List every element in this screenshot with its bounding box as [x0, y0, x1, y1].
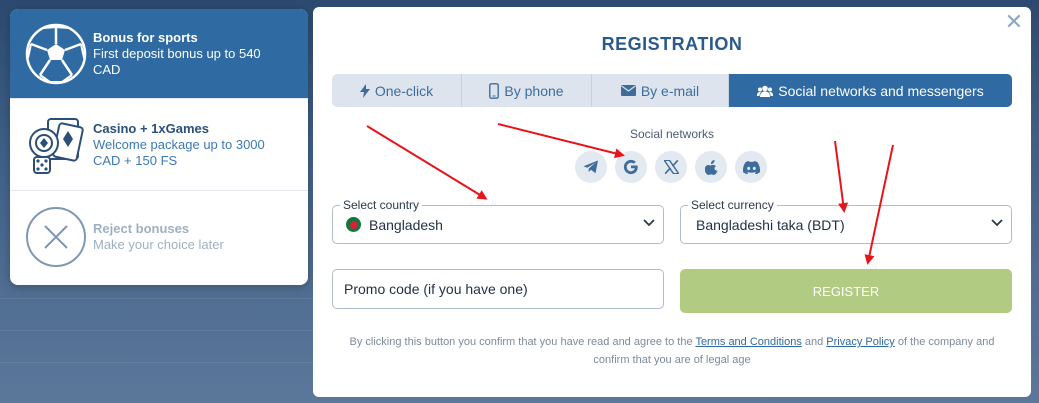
chevron-down-icon	[643, 219, 655, 227]
terms-link[interactable]: Terms and Conditions	[695, 336, 801, 348]
registration-modal: ✕ REGISTRATION One-click By phone By e-m…	[313, 7, 1031, 397]
legal-notice: By clicking this button you confirm that…	[332, 333, 1012, 369]
tab-one-click[interactable]: One-click	[332, 74, 462, 107]
bonus-description: Make your choice later	[93, 237, 224, 252]
currency-legend: Select currency	[688, 198, 777, 212]
tab-by-email[interactable]: By e-mail	[592, 74, 729, 107]
country-value: Bangladesh	[369, 216, 443, 233]
apple-icon[interactable]	[695, 151, 727, 183]
social-buttons	[575, 151, 767, 183]
bonus-description: First deposit bonus up to 540 CAD	[93, 45, 261, 77]
tab-label: By e-mail	[640, 82, 700, 99]
x-icon[interactable]	[655, 151, 687, 183]
tab-social-networks[interactable]: Social networks and messengers	[729, 74, 1012, 107]
legal-text: By clicking this button you confirm that…	[349, 336, 696, 348]
currency-value: Bangladeshi taka (BDT)	[696, 216, 845, 233]
bonus-title: Reject bonuses	[93, 221, 190, 236]
bonus-description: Welcome package up to 3000 CAD + 150 FS	[93, 136, 265, 168]
discord-icon[interactable]	[735, 151, 767, 183]
modal-title: REGISTRATION	[601, 34, 743, 54]
close-icon[interactable]: ✕	[1003, 11, 1025, 33]
casino-chips-icon	[29, 117, 84, 174]
telegram-icon[interactable]	[575, 151, 607, 183]
bonus-panel: Bonus for sports First deposit bonus up …	[10, 9, 308, 285]
bonus-option-sports[interactable]: Bonus for sports First deposit bonus up …	[10, 9, 308, 99]
lightning-icon	[359, 83, 370, 98]
register-button[interactable]: REGISTER	[680, 269, 1012, 313]
country-select[interactable]: Select country Bangladesh	[332, 198, 664, 244]
bonus-option-reject[interactable]: Reject bonuses Make your choice later	[10, 191, 308, 283]
tab-label: One-click	[374, 82, 434, 99]
phone-icon	[489, 82, 500, 99]
users-icon	[757, 85, 774, 97]
social-networks-label: Social networks	[629, 127, 715, 141]
reject-x-icon	[26, 207, 86, 267]
chevron-down-icon	[991, 219, 1003, 227]
currency-select[interactable]: Select currency Bangladeshi taka (BDT)	[680, 198, 1012, 244]
bangladesh-flag-icon	[346, 217, 361, 232]
bonus-title: Bonus for sports	[93, 29, 198, 45]
soccer-ball-icon	[25, 23, 87, 84]
promo-code-input[interactable]	[332, 269, 664, 309]
bonus-title: Casino + 1xGames	[93, 120, 209, 136]
tab-by-phone[interactable]: By phone	[462, 74, 592, 107]
legal-text: and	[801, 336, 827, 348]
tab-label: Social networks and messengers	[778, 82, 984, 99]
google-icon[interactable]	[615, 151, 647, 183]
envelope-icon	[620, 85, 636, 96]
bonus-option-casino[interactable]: Casino + 1xGames Welcome package up to 3…	[10, 99, 308, 191]
country-legend: Select country	[340, 198, 423, 212]
registration-tabs: One-click By phone By e-mail Social netw…	[332, 74, 1012, 107]
tab-label: By phone	[504, 82, 564, 99]
privacy-link[interactable]: Privacy Policy	[826, 336, 894, 348]
